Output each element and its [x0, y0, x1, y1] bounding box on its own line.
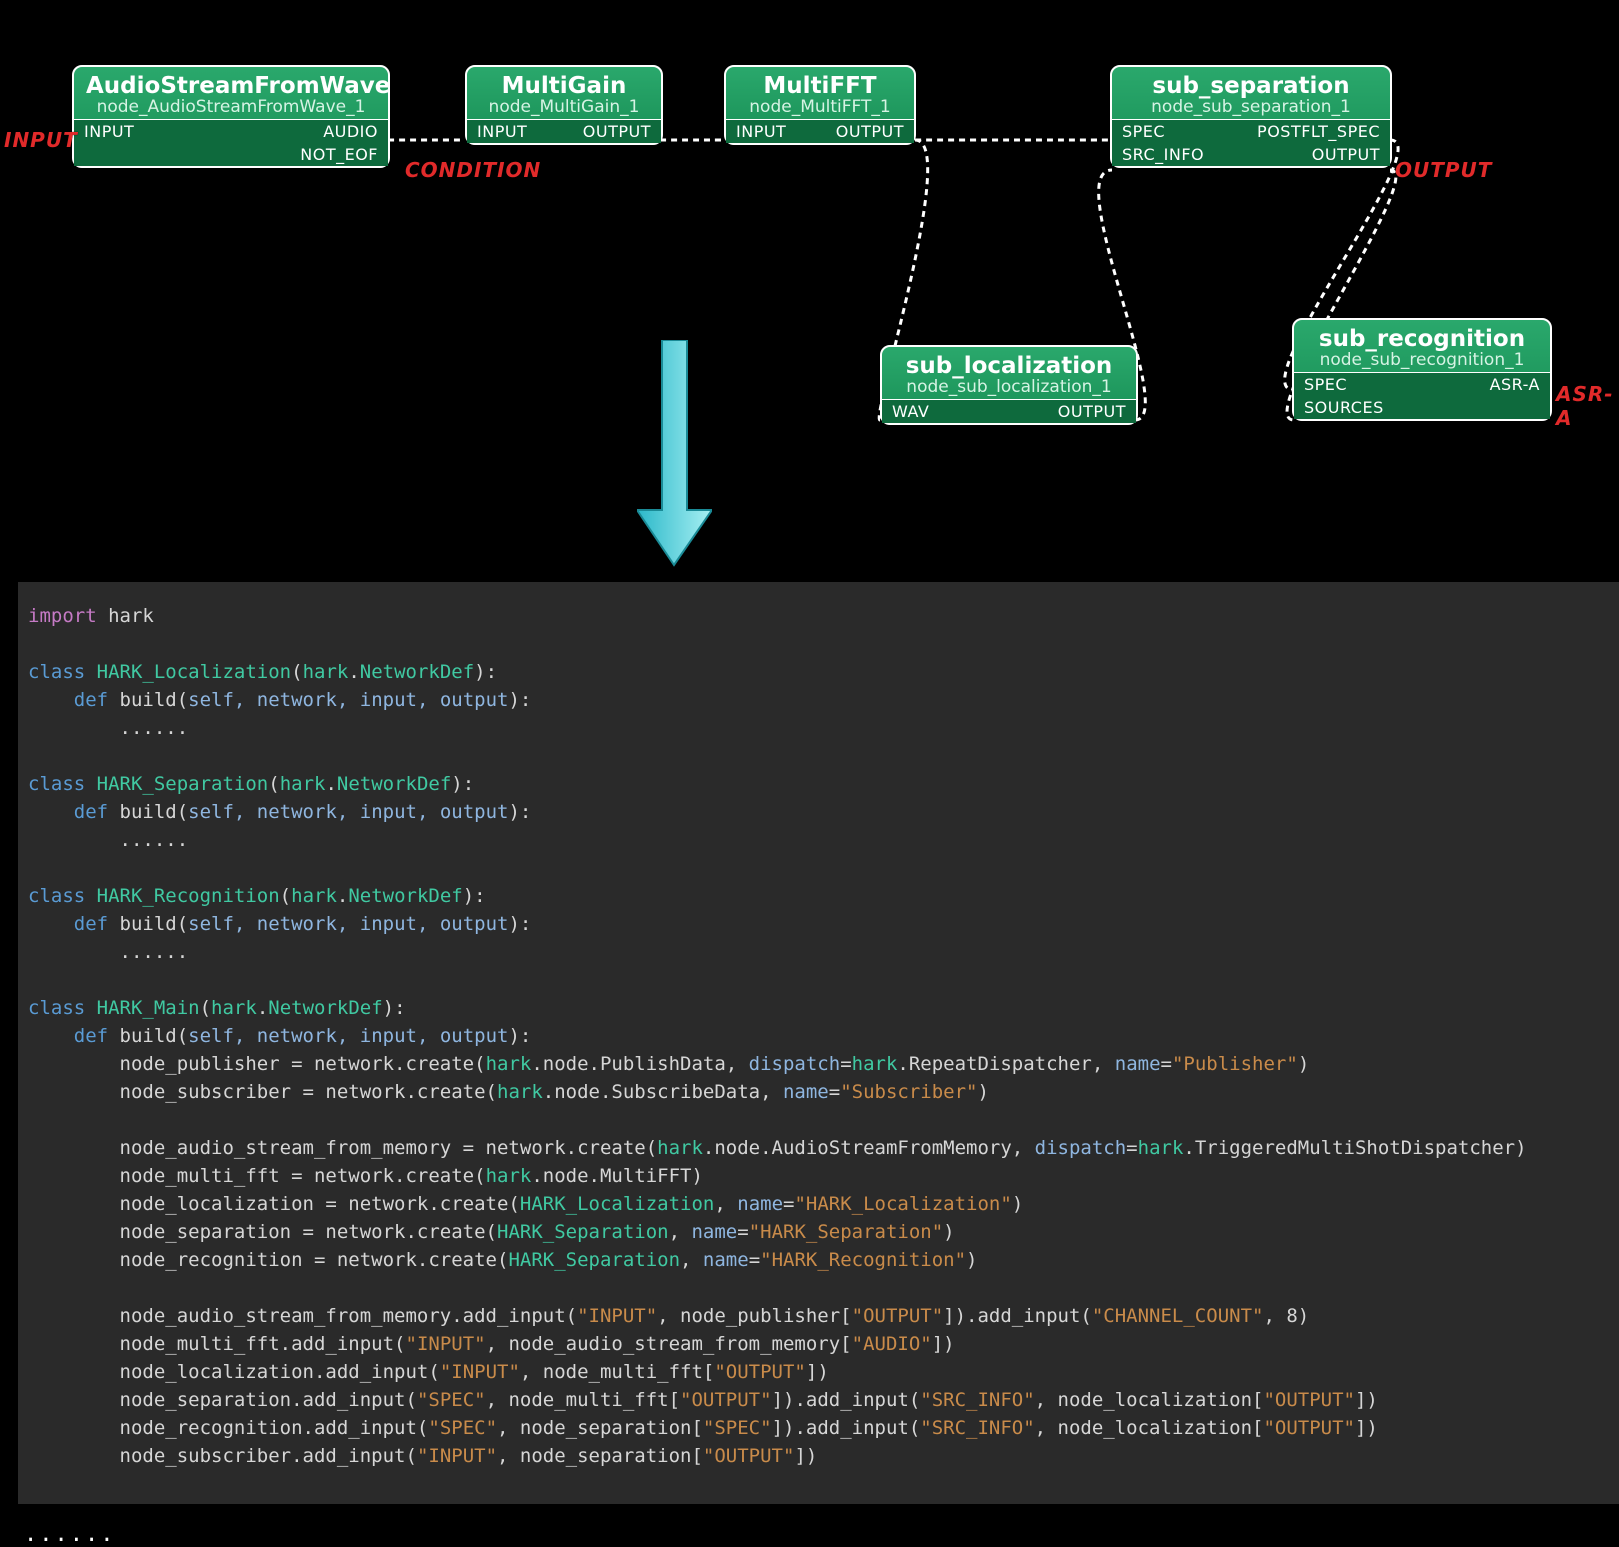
node-title: sub_recognition — [1306, 326, 1538, 352]
port-right[interactable]: ASR-A — [1490, 375, 1540, 394]
ext-label-asr: ASR-A — [1556, 382, 1619, 430]
node-title: AudioStreamFromWave — [86, 73, 376, 99]
node-subtitle: node_sub_localization_1 — [894, 377, 1124, 397]
node-title: sub_separation — [1124, 73, 1378, 99]
trailing-ellipsis: ...... — [24, 1522, 115, 1547]
node-subtitle: node_MultiFFT_1 — [738, 97, 902, 117]
ext-label-input: INPUT — [4, 128, 78, 152]
ext-label-condition: CONDITION — [405, 158, 541, 182]
node-title: MultiFFT — [738, 73, 902, 99]
port-left[interactable]: WAV — [892, 402, 929, 421]
port-right[interactable]: AUDIO — [323, 122, 378, 141]
node-multi-gain[interactable]: MultiGain node_MultiGain_1 INPUT OUTPUT — [465, 65, 663, 145]
node-subtitle: node_sub_recognition_1 — [1306, 350, 1538, 370]
port-right[interactable]: NOT_EOF — [300, 145, 378, 164]
kw-import: import — [28, 605, 97, 627]
node-subtitle: node_sub_separation_1 — [1124, 97, 1378, 117]
node-audio-stream-from-wave[interactable]: AudioStreamFromWave node_AudioStreamFrom… — [72, 65, 390, 168]
port-left[interactable]: SOURCES — [1304, 398, 1384, 417]
port-left[interactable]: INPUT — [736, 122, 786, 141]
port-left[interactable]: SPEC — [1122, 122, 1165, 141]
node-sub-recognition[interactable]: sub_recognition node_sub_recognition_1 S… — [1292, 318, 1552, 421]
port-right[interactable]: OUTPUT — [1058, 402, 1126, 421]
port-left[interactable]: INPUT — [84, 122, 134, 141]
port-right[interactable]: OUTPUT — [836, 122, 904, 141]
port-left[interactable]: SRC_INFO — [1122, 145, 1204, 164]
node-graph-diagram: .w{fill:none;stroke:#fff;stroke-width:3;… — [0, 0, 1619, 460]
down-arrow-icon — [637, 340, 712, 570]
port-right[interactable]: OUTPUT — [583, 122, 651, 141]
node-title: sub_localization — [894, 353, 1124, 379]
node-sub-separation[interactable]: sub_separation node_sub_separation_1 SPE… — [1110, 65, 1392, 168]
node-subtitle: node_AudioStreamFromWave_1 — [86, 97, 376, 117]
node-subtitle: node_MultiGain_1 — [479, 97, 649, 117]
port-left[interactable]: INPUT — [477, 122, 527, 141]
node-multi-fft[interactable]: MultiFFT node_MultiFFT_1 INPUT OUTPUT — [724, 65, 916, 145]
node-title: MultiGain — [479, 73, 649, 99]
ext-label-output: OUTPUT — [1395, 158, 1492, 182]
port-left[interactable]: SPEC — [1304, 375, 1347, 394]
node-sub-localization[interactable]: sub_localization node_sub_localization_1… — [880, 345, 1138, 425]
port-right[interactable]: POSTFLT_SPEC — [1257, 122, 1380, 141]
code-block: import hark class HARK_Localization(hark… — [18, 582, 1619, 1504]
port-right[interactable]: OUTPUT — [1312, 145, 1380, 164]
